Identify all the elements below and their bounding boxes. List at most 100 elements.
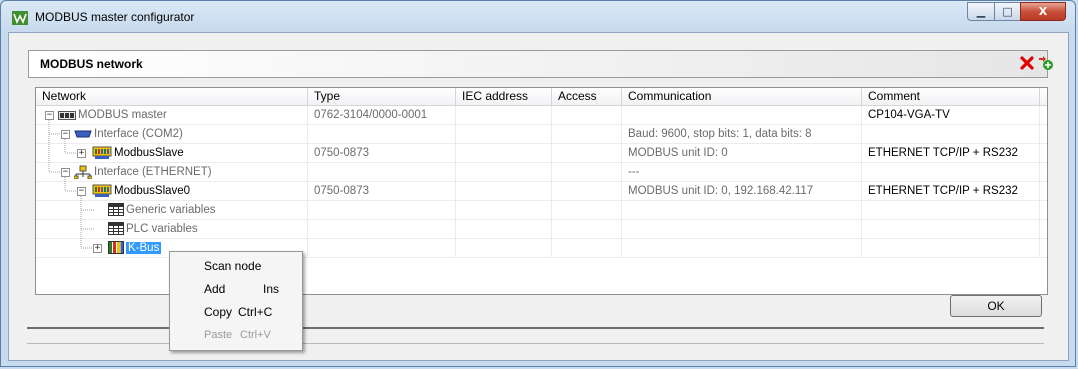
tree-node-plc-variables[interactable]: PLC variables <box>108 220 198 238</box>
iec-cell <box>456 163 552 181</box>
comment-cell <box>862 163 1040 181</box>
column-header-iec-address[interactable]: IEC address <box>456 88 552 105</box>
access-cell <box>552 239 622 257</box>
maximize-icon: □ <box>1002 5 1013 18</box>
iec-cell <box>456 182 552 200</box>
tree-node-generic-variables[interactable]: Generic variables <box>108 201 215 219</box>
menu-item-label: Copy <box>204 305 233 319</box>
tree-node-label: Interface (COM2) <box>94 128 183 140</box>
access-cell <box>552 220 622 238</box>
ethernet-hub-icon <box>74 165 92 179</box>
tree-node-interface-ethernet[interactable]: Interface (ETHERNET) <box>74 163 212 181</box>
minimize-button[interactable]: ▁ <box>967 2 995 21</box>
menu-item-add[interactable]: Add Ins <box>170 278 302 300</box>
tree-node-label: K-Bus <box>126 242 162 254</box>
communication-cell: --- <box>622 163 862 181</box>
close-button[interactable]: X <box>1020 2 1066 21</box>
window-title: MODBUS master configurator <box>35 10 195 24</box>
type-cell <box>308 239 456 257</box>
iec-cell <box>456 144 552 162</box>
access-cell <box>552 163 622 181</box>
comment-cell <box>862 220 1040 238</box>
collapse-toggle[interactable]: − <box>77 187 86 196</box>
add-node-icon[interactable] <box>1037 55 1055 71</box>
access-cell <box>552 106 622 124</box>
type-cell <box>308 201 456 219</box>
serial-port-icon <box>74 130 92 138</box>
iec-cell <box>456 125 552 143</box>
delete-icon[interactable] <box>1019 55 1035 71</box>
variables-table-icon <box>108 203 124 217</box>
communication-cell <box>622 106 862 124</box>
master-device-icon <box>58 110 76 120</box>
slave-device-icon <box>92 184 112 197</box>
communication-cell <box>622 220 862 238</box>
close-icon: X <box>1038 5 1048 18</box>
access-cell <box>552 182 622 200</box>
tree-node-label: Generic variables <box>126 204 216 216</box>
tree-node-label: ModbusSlave <box>114 147 184 159</box>
collapse-toggle[interactable]: − <box>61 130 70 139</box>
table-row[interactable]: Baud: 9600, stop bits: 1, data bits: 8 <box>36 125 1047 144</box>
type-cell <box>308 220 456 238</box>
tree-node-modbus-slave0[interactable]: ModbusSlave0 <box>92 182 190 200</box>
slave-device-icon <box>92 146 112 159</box>
access-cell <box>552 201 622 219</box>
type-cell: 0762-3104/0000-0001 <box>308 106 456 124</box>
tree-node-label: ModbusSlave0 <box>114 185 191 197</box>
collapse-toggle[interactable]: − <box>45 111 54 120</box>
expand-toggle[interactable]: + <box>77 149 86 158</box>
table-row[interactable]: 0750-0873 MODBUS unit ID: 0 ETHERNET TCP… <box>36 144 1047 163</box>
tree-node-label: MODBUS master <box>78 109 167 121</box>
ok-button[interactable]: OK <box>950 295 1042 317</box>
tree-node-interface-com2[interactable]: Interface (COM2) <box>74 125 183 143</box>
access-cell <box>552 144 622 162</box>
menu-item-copy[interactable]: Copy Ctrl+C <box>170 301 302 323</box>
type-cell <box>308 163 456 181</box>
menu-item-label: Scan node <box>204 259 262 273</box>
communication-cell: MODBUS unit ID: 0 <box>622 144 862 162</box>
table-header: Network Type IEC address Access Communic… <box>36 88 1047 106</box>
panel-title: MODBUS network <box>40 57 143 71</box>
column-header-type[interactable]: Type <box>308 88 456 105</box>
comment-cell <box>862 239 1040 257</box>
menu-item-scan-node[interactable]: Scan node <box>170 255 302 277</box>
maximize-button[interactable]: □ <box>994 2 1021 21</box>
tree-node-modbus-master[interactable]: MODBUS master <box>58 106 167 124</box>
context-menu: Scan node Add Ins Copy Ctrl+C Paste Ctrl… <box>169 251 303 351</box>
menu-item-label: Add <box>204 282 226 296</box>
tree-node-modbus-slave[interactable]: ModbusSlave <box>92 144 184 162</box>
table-row[interactable]: 0762-3104/0000-0001 CP104-VGA-TV <box>36 106 1047 125</box>
tree-node-label: PLC variables <box>126 223 198 235</box>
minimize-icon: ▁ <box>976 5 986 18</box>
variables-table-icon <box>108 222 124 236</box>
column-header-network[interactable]: Network <box>36 88 308 105</box>
comment-cell: ETHERNET TCP/IP + RS232 <box>862 182 1040 200</box>
type-cell: 0750-0873 <box>308 144 456 162</box>
column-header-access[interactable]: Access <box>552 88 622 105</box>
comment-cell <box>862 201 1040 219</box>
communication-cell <box>622 201 862 219</box>
communication-cell <box>622 239 862 257</box>
type-cell: 0750-0873 <box>308 182 456 200</box>
iec-cell <box>456 201 552 219</box>
tree-node-k-bus[interactable]: K-Bus <box>108 239 162 257</box>
iec-cell <box>456 239 552 257</box>
communication-cell: Baud: 9600, stop bits: 1, data bits: 8 <box>622 125 862 143</box>
communication-cell: MODBUS unit ID: 0, 192.168.42.117 <box>622 182 862 200</box>
menu-item-label: Paste <box>204 329 233 341</box>
menu-item-shortcut: Ctrl+V <box>240 329 271 341</box>
expand-toggle[interactable]: + <box>93 244 102 253</box>
menu-item-shortcut: Ins <box>263 282 280 296</box>
title-bar[interactable]: MODBUS master configurator ▁ □ X <box>1 1 1075 33</box>
collapse-toggle[interactable]: − <box>61 168 70 177</box>
comment-cell <box>862 125 1040 143</box>
column-header-communication[interactable]: Communication <box>622 88 862 105</box>
client-area: MODBUS network Network Type IEC address … <box>8 32 1069 361</box>
iec-cell <box>456 220 552 238</box>
comment-cell: ETHERNET TCP/IP + RS232 <box>862 144 1040 162</box>
panel-header: MODBUS network <box>28 50 1053 78</box>
tree-node-label: Interface (ETHERNET) <box>94 166 212 178</box>
column-header-comment[interactable]: Comment <box>862 88 1040 105</box>
menu-item-paste[interactable]: Paste Ctrl+V <box>170 324 302 346</box>
